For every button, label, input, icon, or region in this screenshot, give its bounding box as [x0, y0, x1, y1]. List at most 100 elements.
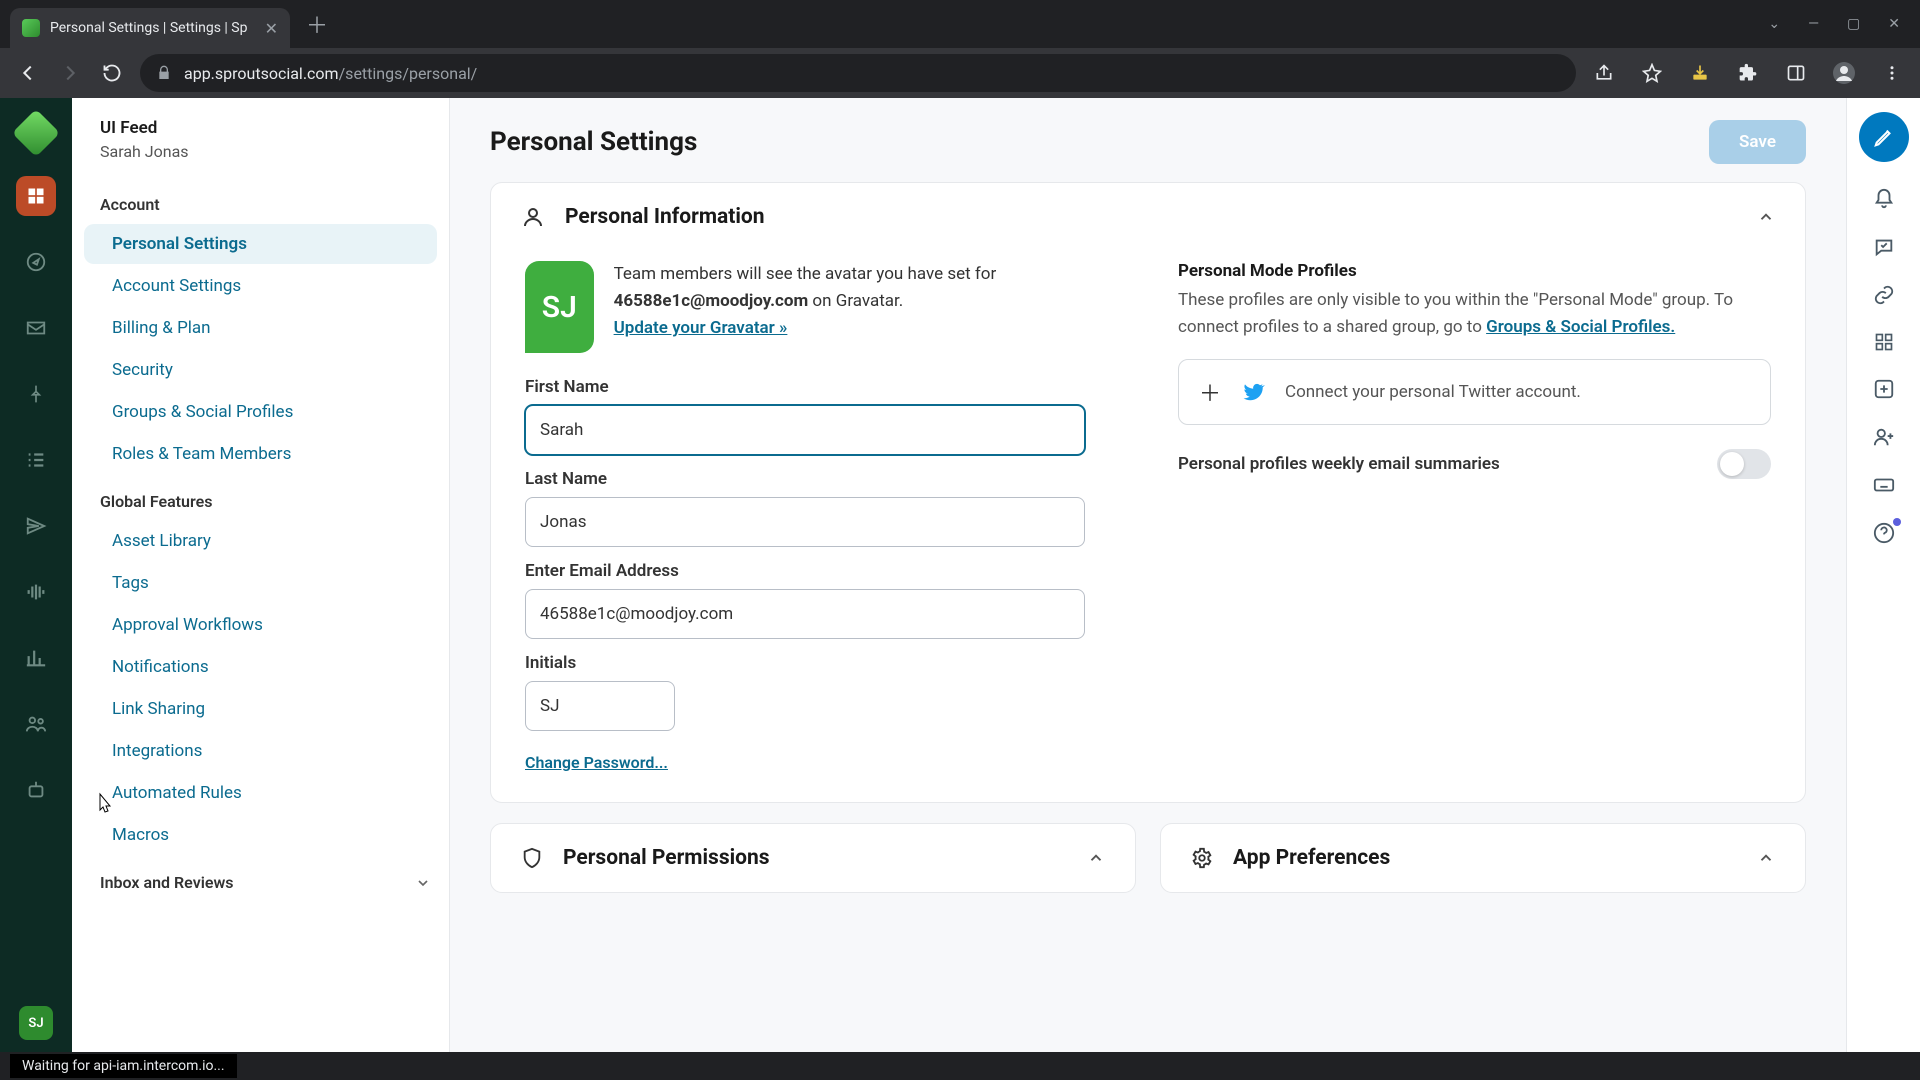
sidepanel-icon[interactable]	[1782, 59, 1810, 87]
close-window-button[interactable]: ✕	[1888, 16, 1900, 32]
notifications-icon[interactable]	[1873, 188, 1895, 210]
nav-personal-settings[interactable]: Personal Settings	[84, 224, 437, 264]
section-inbox-reviews[interactable]: Inbox and Reviews	[72, 857, 449, 900]
reload-button[interactable]	[98, 59, 126, 87]
apps-icon[interactable]	[1874, 332, 1894, 352]
new-tab-button[interactable]: ＋	[306, 8, 328, 40]
page-title: Personal Settings	[490, 127, 697, 157]
forward-button[interactable]	[56, 59, 84, 87]
tabs-dropdown-icon[interactable]: ⌄	[1768, 16, 1780, 32]
lock-icon	[156, 65, 172, 81]
rail-pin-icon[interactable]	[16, 374, 56, 414]
rail-send-icon[interactable]	[16, 506, 56, 546]
section-inbox-label: Inbox and Reviews	[100, 873, 234, 892]
email-label: Enter Email Address	[525, 561, 1118, 581]
rail-inbox-icon[interactable]	[16, 308, 56, 348]
user-avatar: SJ	[525, 261, 594, 353]
keyboard-icon[interactable]	[1873, 474, 1895, 496]
share-icon[interactable]	[1590, 59, 1618, 87]
nav-macros[interactable]: Macros	[84, 815, 437, 855]
plus-icon: ＋	[1199, 376, 1221, 408]
org-name: UI Feed	[100, 118, 421, 138]
invite-people-icon[interactable]	[1873, 426, 1895, 448]
weekly-summaries-toggle[interactable]	[1717, 449, 1771, 479]
browser-tab[interactable]: Personal Settings | Settings | Sp ✕	[10, 8, 290, 48]
main-content: Personal Settings Save Personal Informat…	[450, 98, 1846, 1052]
twitter-icon	[1241, 380, 1265, 404]
compose-button[interactable]	[1859, 112, 1909, 162]
download-icon[interactable]	[1686, 59, 1714, 87]
save-button[interactable]: Save	[1709, 120, 1806, 164]
groups-profiles-link[interactable]: Groups & Social Profiles.	[1486, 317, 1675, 337]
card-header-permissions[interactable]: Personal Permissions	[491, 824, 1135, 892]
nav-roles-team[interactable]: Roles & Team Members	[84, 434, 437, 474]
browser-toolbar: app.sproutsocial.com/settings/personal/	[0, 48, 1920, 98]
sprout-logo[interactable]	[12, 109, 60, 157]
close-tab-icon[interactable]: ✕	[265, 19, 278, 38]
connect-twitter-label: Connect your personal Twitter account.	[1285, 382, 1581, 402]
minimize-button[interactable]: ―	[1808, 16, 1819, 32]
profile-icon[interactable]	[1830, 59, 1858, 87]
browser-statusbar: Waiting for api-iam.intercom.io...	[0, 1052, 1920, 1080]
first-name-label: First Name	[525, 377, 1118, 397]
chevron-up-icon	[1757, 208, 1775, 226]
nav-tags[interactable]: Tags	[84, 563, 437, 603]
rail-bot-icon[interactable]	[16, 770, 56, 810]
pmp-help-text: These profiles are only visible to you w…	[1178, 287, 1771, 341]
gear-icon	[1191, 847, 1213, 869]
maximize-button[interactable]: ▢	[1847, 16, 1860, 32]
card-title-personal-info: Personal Information	[565, 205, 765, 229]
nav-billing-plan[interactable]: Billing & Plan	[84, 308, 437, 348]
nav-groups-profiles[interactable]: Groups & Social Profiles	[84, 392, 437, 432]
nav-automated-rules[interactable]: Automated Rules	[84, 773, 437, 813]
nav-approval-workflows[interactable]: Approval Workflows	[84, 605, 437, 645]
back-button[interactable]	[14, 59, 42, 87]
rail-dashboard-icon[interactable]	[16, 176, 56, 216]
add-panel-icon[interactable]	[1873, 378, 1895, 400]
rail-audio-icon[interactable]	[16, 572, 56, 612]
nav-integrations[interactable]: Integrations	[84, 731, 437, 771]
change-password-link[interactable]: Change Password...	[525, 753, 668, 772]
link-icon[interactable]	[1873, 284, 1895, 306]
card-header-personal-info[interactable]: Personal Information	[491, 183, 1805, 251]
nav-asset-library[interactable]: Asset Library	[84, 521, 437, 561]
status-text: Waiting for api-iam.intercom.io...	[10, 1054, 237, 1078]
email-input[interactable]	[525, 589, 1085, 639]
bookmark-icon[interactable]	[1638, 59, 1666, 87]
rail-compass-icon[interactable]	[16, 242, 56, 282]
user-name: Sarah Jonas	[100, 142, 421, 161]
update-gravatar-link[interactable]: Update your Gravatar »	[614, 318, 788, 338]
left-rail: SJ	[0, 98, 72, 1052]
right-rail	[1846, 98, 1920, 1052]
nav-security[interactable]: Security	[84, 350, 437, 390]
connect-twitter-button[interactable]: ＋ Connect your personal Twitter account.	[1178, 359, 1771, 425]
nav-account-settings[interactable]: Account Settings	[84, 266, 437, 306]
rail-list-icon[interactable]	[16, 440, 56, 480]
rail-people-icon[interactable]	[16, 704, 56, 744]
rail-analytics-icon[interactable]	[16, 638, 56, 678]
weekly-summaries-label: Personal profiles weekly email summaries	[1178, 454, 1500, 474]
last-name-input[interactable]	[525, 497, 1085, 547]
extensions-icon[interactable]	[1734, 59, 1762, 87]
menu-icon[interactable]	[1878, 59, 1906, 87]
browser-tabstrip: Personal Settings | Settings | Sp ✕ ＋ ⌄ …	[0, 0, 1920, 48]
address-bar[interactable]: app.sproutsocial.com/settings/personal/	[140, 54, 1576, 92]
nav-notifications[interactable]: Notifications	[84, 647, 437, 687]
chevron-up-icon	[1757, 849, 1775, 867]
first-name-input[interactable]	[525, 405, 1085, 455]
tab-title: Personal Settings | Settings | Sp	[50, 20, 255, 36]
help-icon[interactable]	[1873, 522, 1895, 544]
initials-label: Initials	[525, 653, 1118, 673]
url-text: app.sproutsocial.com/settings/personal/	[184, 64, 477, 83]
card-personal-permissions: Personal Permissions	[490, 823, 1136, 893]
nav-link-sharing[interactable]: Link Sharing	[84, 689, 437, 729]
card-header-preferences[interactable]: App Preferences	[1161, 824, 1805, 892]
person-icon	[521, 205, 545, 229]
card-personal-information: Personal Information SJ Team members wil…	[490, 182, 1806, 803]
shield-icon	[521, 847, 543, 869]
initials-input[interactable]	[525, 681, 675, 731]
settings-subnav: UI Feed Sarah Jonas Account Personal Set…	[72, 98, 450, 1052]
rail-user-avatar[interactable]: SJ	[19, 1006, 53, 1040]
chevron-down-icon	[415, 875, 431, 891]
messages-icon[interactable]	[1873, 236, 1895, 258]
